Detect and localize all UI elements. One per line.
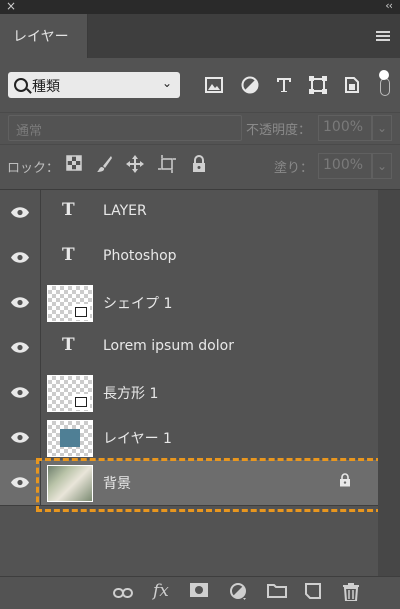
eye-icon[interactable]	[11, 297, 29, 308]
scrollbar[interactable]	[378, 190, 400, 576]
filter-toggle-switch[interactable]	[379, 70, 390, 96]
eye-icon[interactable]	[11, 432, 29, 443]
layer-name: LAYER	[103, 203, 147, 219]
opacity-label: 不透明度：	[246, 123, 312, 138]
layer-thumbnail[interactable]	[47, 420, 93, 457]
fill-dropdown-button[interactable]: ⌄	[372, 153, 392, 179]
visibility-cell	[0, 415, 41, 460]
eye-icon[interactable]	[11, 477, 29, 488]
eye-icon[interactable]	[11, 252, 29, 263]
tab-layers[interactable]: レイヤー	[0, 14, 88, 58]
chevron-down-icon: ⌄	[16, 119, 27, 133]
visibility-cell	[0, 370, 41, 415]
shape-layer-icon	[72, 304, 90, 320]
visibility-cell	[0, 235, 41, 280]
lock-move-icon[interactable]	[126, 155, 144, 173]
tab-row: レイヤー	[0, 14, 400, 58]
smart-object-icon[interactable]	[344, 76, 360, 94]
adjustment-icon[interactable]	[241, 76, 259, 94]
close-icon[interactable]: ×	[6, 0, 16, 13]
image-icon[interactable]	[205, 76, 223, 94]
mask-icon[interactable]	[190, 583, 208, 597]
adjustment-layer-icon[interactable]	[230, 583, 248, 601]
link-icon[interactable]	[113, 588, 133, 598]
fill-value: 100%	[323, 157, 364, 173]
layers-panel: × ‹‹ レイヤー 種類 ⌄ 通常 ⌄ 不透明度： 100% ⌄ ロック： 塗り…	[0, 0, 400, 609]
shape-icon[interactable]	[309, 76, 327, 94]
text-icon[interactable]	[275, 76, 293, 94]
chevron-down-icon: ⌄	[161, 76, 172, 90]
layer-name: Photoshop	[103, 248, 177, 264]
shape-layer-icon	[72, 394, 90, 410]
tab-label: レイヤー	[13, 29, 69, 45]
lock-label: ロック：	[7, 161, 60, 176]
layer-row-layer-1[interactable]: レイヤー 1	[0, 415, 378, 461]
fill-label: 塗り：	[274, 161, 314, 176]
visibility-cell	[0, 325, 41, 370]
text-layer-icon: T	[62, 335, 75, 355]
eye-icon[interactable]	[11, 207, 29, 218]
panel-title-bar: × ‹‹	[0, 0, 400, 14]
lock-artboard-icon[interactable]	[158, 155, 176, 173]
layer-row-shape-1[interactable]: シェイプ 1	[0, 280, 378, 326]
layer-row-photoshop[interactable]: T Photoshop	[0, 235, 378, 281]
panel-menu-icon[interactable]	[376, 31, 390, 41]
visibility-cell	[0, 190, 41, 235]
layer-row-rectangle-1[interactable]: 長方形 1	[0, 370, 378, 416]
lock-paint-icon[interactable]	[97, 155, 113, 173]
filter-kind-select[interactable]: 種類 ⌄	[8, 72, 180, 98]
new-layer-icon[interactable]	[305, 583, 321, 599]
collapse-icon[interactable]: ‹‹	[385, 0, 393, 12]
group-folder-icon[interactable]	[267, 583, 287, 598]
layer-thumbnail-content	[60, 429, 80, 447]
layer-name: 長方形 1	[103, 386, 159, 402]
layer-name: Lorem ipsum dolor	[103, 338, 234, 354]
opacity-dropdown-button[interactable]: ⌄	[372, 115, 392, 141]
layer-name: レイヤー 1	[103, 431, 172, 447]
fill-input[interactable]: 100%	[318, 153, 372, 179]
layer-name: シェイプ 1	[103, 296, 173, 312]
eye-icon[interactable]	[11, 342, 29, 353]
layer-row-layer[interactable]: T LAYER	[0, 190, 378, 236]
fx-icon[interactable]: fx	[153, 581, 169, 601]
selection-highlight	[36, 458, 382, 512]
eye-icon[interactable]	[11, 387, 29, 398]
layer-row-lorem[interactable]: T Lorem ipsum dolor	[0, 325, 378, 371]
search-icon	[14, 78, 28, 92]
text-layer-icon: T	[62, 200, 75, 220]
visibility-cell	[0, 460, 41, 505]
visibility-cell	[0, 280, 41, 325]
lock-all-icon[interactable]	[192, 155, 206, 173]
lock-transparency-icon[interactable]	[66, 155, 82, 171]
opacity-value: 100%	[323, 119, 364, 135]
blend-mode-select[interactable]: 通常 ⌄	[8, 115, 242, 141]
trash-icon[interactable]	[343, 583, 359, 601]
opacity-input[interactable]: 100%	[318, 115, 372, 141]
text-layer-icon: T	[62, 245, 75, 265]
filter-kind-label: 種類	[32, 79, 60, 95]
